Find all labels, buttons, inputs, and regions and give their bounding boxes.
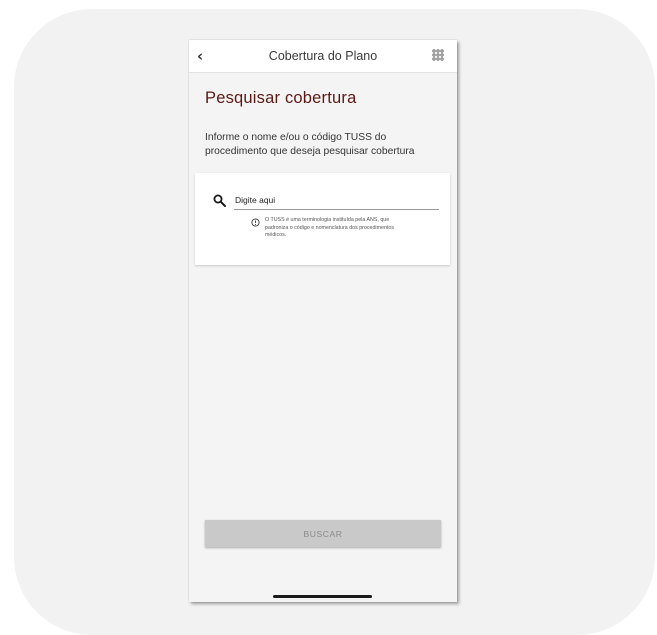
chevron-left-icon[interactable]: ‹ [197,48,211,64]
instructions-text: Informe o nome e/ou o código TUSS do pro… [205,132,415,157]
app-bar-title: Cobertura do Plano [268,49,378,63]
search-card: O TUSS é uma terminologia instituída pel… [195,173,450,265]
search-input[interactable] [234,193,439,210]
top-app-bar: ‹ Cobertura do Plano [189,40,457,73]
search-button[interactable]: BUSCAR [205,520,441,547]
page-title: Pesquisar cobertura [205,89,357,107]
grid-icon[interactable] [432,49,444,61]
tuss-info-text: O TUSS é uma terminologia instituída pel… [265,217,394,239]
phone-screen: ‹ Cobertura do Plano Pesquisar cobertura… [189,40,457,602]
info-icon [251,218,260,227]
home-indicator [273,595,372,598]
search-icon [213,194,226,207]
